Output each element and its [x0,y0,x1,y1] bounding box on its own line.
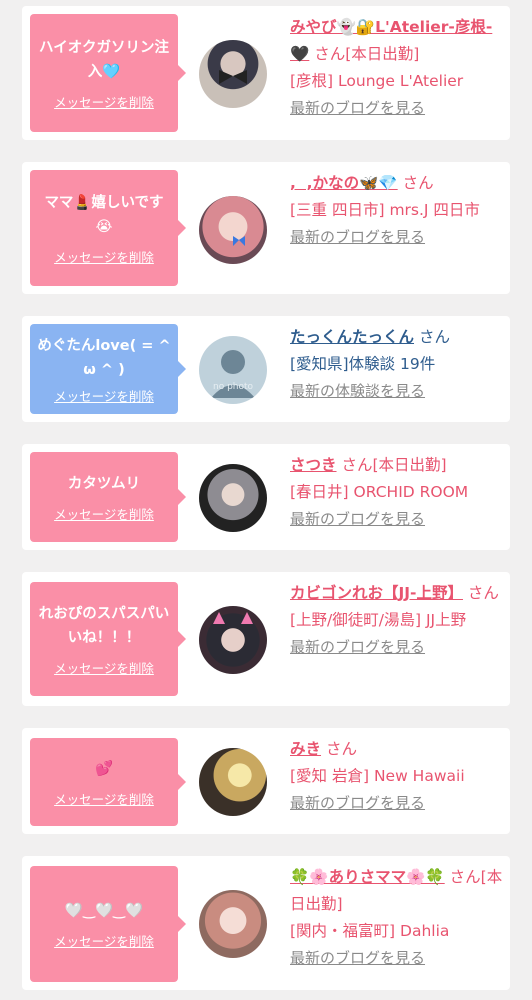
latest-blog-link[interactable]: 最新のブログを見る [290,95,504,122]
message-bubble: めぐたんlove( = ^ ω ^ ) メッセージを削除 [30,324,186,414]
message-bubble: ハイオクガソリン注入🩵 メッセージを削除 [30,14,186,132]
suffix-text: さん [402,174,434,192]
suffix-text: さん [418,328,450,346]
avatar[interactable] [199,40,267,108]
message-card: めぐたんlove( = ^ ω ^ ) メッセージを削除 no photo たっ… [22,316,510,422]
profile-info: カビゴンれお【JJ-上野】 さん [上野/御徒町/湯島] JJ上野 最新のブログ… [290,580,504,661]
message-bubble: 🤍‿🤍‿🤍 メッセージを削除 [30,866,186,982]
avatar[interactable] [199,890,267,958]
message-text: ハイオクガソリン注入🩵 [39,39,169,80]
message-bubble: ママ💄嬉しいです😭 メッセージを削除 [30,170,186,286]
cast-name-link[interactable]: さつき [290,456,337,474]
message-bubble: 💕 メッセージを削除 [30,738,186,826]
cat-ears-icon [213,612,253,624]
message-card: 💕 メッセージを削除 みき さん [愛知 岩倉] New Hawaii 最新のブ… [22,728,510,834]
delete-message-link[interactable]: メッセージを削除 [54,247,154,266]
cast-name-link[interactable]: 🍀🌸ありさママ🌸🍀 [290,868,445,886]
profile-info: ,⁠ ⁠ ⁠,かなの🦋💎 さん [三重 四日市] mrs.J 四日市 最新のブロ… [290,170,504,251]
latest-blog-link[interactable]: 最新のブログを見る [290,506,504,533]
butterfly-icon [233,236,245,246]
latest-blog-link[interactable]: 最新のブログを見る [290,790,504,817]
message-card: れおぴのスパスパいいね！！！ メッセージを削除 カビゴンれお【JJ-上野】 さん… [22,572,510,706]
message-card: ハイオクガソリン注入🩵 メッセージを削除 みやび👻🔐L'Atelier-彦根-🖤… [22,6,510,140]
delete-message-link[interactable]: メッセージを削除 [54,931,154,950]
shop-text[interactable]: [三重 四日市] mrs.J 四日市 [290,197,504,224]
latest-blog-link[interactable]: 最新のブログを見る [290,634,504,661]
bow-icon [219,70,247,84]
message-text: 💕 [94,760,114,777]
shop-text[interactable]: [愛知 岩倉] New Hawaii [290,763,504,790]
shop-text[interactable]: [上野/御徒町/湯島] JJ上野 [290,607,504,634]
reviewer-name-link[interactable]: たっくんたっくん [290,328,414,346]
avatar[interactable]: no photo [199,336,267,404]
cast-name-link[interactable]: ,⁠ ⁠ ⁠,かなの🦋💎 [290,174,398,192]
shop-text[interactable]: [関内・福富町] Dahlia [290,918,504,945]
message-bubble: カタツムリ メッセージを削除 [30,452,186,542]
delete-message-link[interactable]: メッセージを削除 [54,789,154,808]
message-bubble: れおぴのスパスパいいね！！！ メッセージを削除 [30,582,186,696]
delete-message-link[interactable]: メッセージを削除 [54,504,154,523]
message-card: カタツムリ メッセージを削除 さつき さん[本日出勤] [春日井] ORCHID… [22,444,510,550]
latest-blog-link[interactable]: 最新のブログを見る [290,224,504,251]
shop-text[interactable]: [彦根] Lounge L'Atelier [290,68,504,95]
review-count-text[interactable]: [愛知県]体験談 19件 [290,351,504,378]
profile-info: 🍀🌸ありさママ🌸🍀 さん[本日出勤] [関内・福富町] Dahlia 最新のブロ… [290,864,504,972]
avatar[interactable] [199,748,267,816]
person-silhouette-icon [211,350,255,398]
shop-text[interactable]: [春日井] ORCHID ROOM [290,479,504,506]
avatar[interactable] [199,606,267,674]
no-photo-text: no photo [213,382,254,392]
avatar[interactable] [199,196,267,264]
delete-message-link[interactable]: メッセージを削除 [54,386,154,405]
profile-info: たっくんたっくん さん [愛知県]体験談 19件 最新の体験談を見る [290,324,504,405]
cast-name-link[interactable]: みき [290,740,321,758]
message-card: 🤍‿🤍‿🤍 メッセージを削除 🍀🌸ありさママ🌸🍀 さん[本日出勤] [関内・福富… [22,856,510,990]
profile-info: みやび👻🔐L'Atelier-彦根-🖤 さん[本日出勤] [彦根] Lounge… [290,14,504,122]
profile-info: さつき さん[本日出勤] [春日井] ORCHID ROOM 最新のブログを見る [290,452,504,533]
suffix-text: さん[本日出勤] [314,45,420,63]
cast-name-link[interactable]: カビゴンれお【JJ-上野】 [290,584,463,602]
message-text: れおぴのスパスパいいね！！！ [38,605,170,646]
message-text: ママ💄嬉しいです😭 [44,194,164,235]
message-card: ママ💄嬉しいです😭 メッセージを削除 ,⁠ ⁠ ⁠,かなの🦋💎 さん [三重 四… [22,162,510,294]
message-text: カタツムリ [67,475,141,492]
profile-info: みき さん [愛知 岩倉] New Hawaii 最新のブログを見る [290,736,504,817]
suffix-text: さん [325,740,357,758]
message-text: 🤍‿🤍‿🤍 [64,902,144,919]
delete-message-link[interactable]: メッセージを削除 [54,658,154,677]
avatar[interactable] [199,464,267,532]
suffix-text: さん[本日出勤] [341,456,447,474]
suffix-text: さん [467,584,499,602]
latest-blog-link[interactable]: 最新のブログを見る [290,945,504,972]
latest-review-link[interactable]: 最新の体験談を見る [290,378,504,405]
delete-message-link[interactable]: メッセージを削除 [54,92,154,111]
message-text: めぐたんlove( = ^ ω ^ ) [37,337,171,378]
